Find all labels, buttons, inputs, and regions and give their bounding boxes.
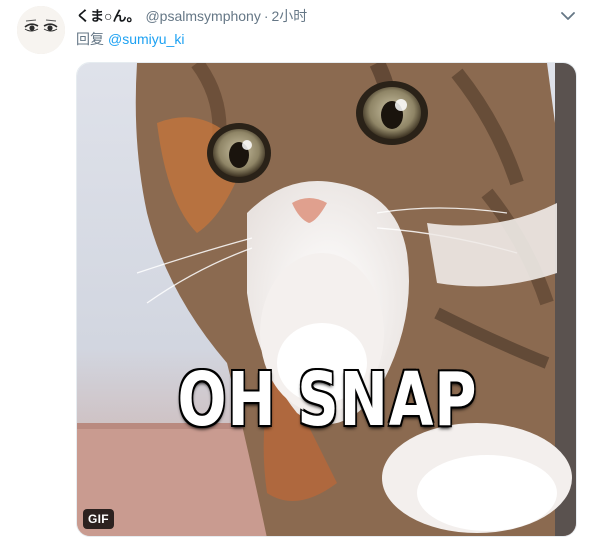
gif-caption: OH SNAP <box>177 357 478 443</box>
timestamp[interactable]: 2小时 <box>272 6 308 26</box>
chevron-down-icon <box>561 11 575 20</box>
tweet: くま○ん。 @psalmsymphony · 2小时 回复@sumiyu_ki <box>0 0 593 546</box>
avatar-face-icon <box>17 6 65 54</box>
reply-mention-link[interactable]: @sumiyu_ki <box>108 31 184 47</box>
kitten-gif-image <box>77 63 576 536</box>
gif-media[interactable]: OH SNAP GIF <box>76 62 577 537</box>
reply-context: 回复 @sumiyu_ki <box>76 29 184 49</box>
avatar[interactable] <box>17 6 65 54</box>
separator-dot: · <box>263 8 269 24</box>
more-options-button[interactable] <box>560 8 576 24</box>
reply-prefix: 回复 <box>76 31 104 47</box>
tweet-header: くま○ん。 @psalmsymphony · 2小时 <box>76 6 307 26</box>
user-handle[interactable]: @psalmsymphony <box>145 8 260 24</box>
gif-badge: GIF <box>83 509 114 529</box>
display-name[interactable]: くま○ん。 <box>76 6 140 26</box>
